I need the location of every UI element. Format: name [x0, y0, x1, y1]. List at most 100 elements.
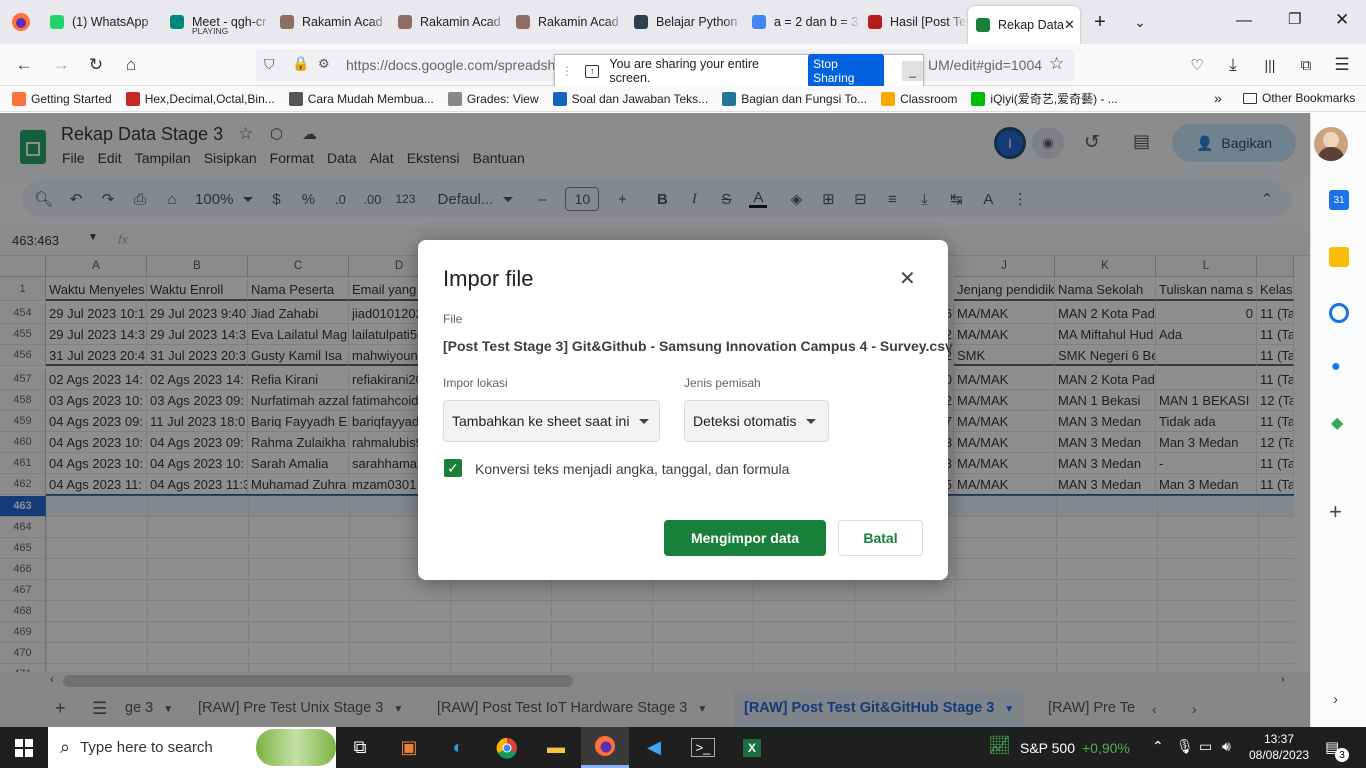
bookmark-label: Grades: View: [466, 91, 539, 106]
convert-text-checkbox[interactable]: ✓: [444, 459, 462, 477]
stock-name[interactable]: S&P 500: [1020, 740, 1075, 756]
network-icon[interactable]: ▭: [1199, 738, 1212, 755]
stock-chart-icon[interactable]: 📈︎: [988, 735, 1011, 756]
clock-time[interactable]: 13:37: [1262, 732, 1296, 746]
bookmark-item[interactable]: Soal dan Jawaban Teks...: [552, 91, 709, 106]
windows-start-icon[interactable]: [0, 727, 48, 768]
bookmark-item[interactable]: Classroom: [881, 91, 958, 106]
bookmarks-bar: Getting Started Hex,Decimal,Octal,Bin... C…: [0, 86, 1366, 112]
back-arrow-icon[interactable]: ←: [13, 54, 35, 76]
separator-type-select[interactable]: Deteksi otomatis: [684, 400, 829, 442]
google-icon: [752, 15, 766, 29]
file-name: [Post Test Stage 3] Git&Github - Samsung…: [443, 338, 953, 354]
chrome-icon[interactable]: [483, 727, 531, 768]
import-location-value: Tambahkan ke sheet saat ini: [452, 413, 630, 429]
xampp-icon[interactable]: ▣: [385, 727, 433, 768]
rakamin-icon: [280, 15, 294, 29]
show-hidden-icons-chevron[interactable]: ⌃: [1152, 738, 1164, 755]
screen-sharing-indicator: ⋮ ↑ You are sharing your entire screen. …: [554, 54, 924, 88]
library-icon[interactable]: |||: [1259, 54, 1281, 76]
add-addon-icon[interactable]: +: [1329, 499, 1342, 525]
firefox-menu-icon[interactable]: [0, 0, 42, 44]
globe-icon: [288, 91, 303, 106]
new-tab-button[interactable]: +: [1080, 0, 1120, 44]
search-icon: ⌕: [60, 737, 71, 757]
bookmark-item[interactable]: iQiyi(爱奇艺,爱奇藝) - ...: [971, 90, 1118, 107]
iqiyi-icon: [971, 91, 986, 106]
close-dialog-icon[interactable]: ✕: [899, 266, 916, 291]
import-location-select[interactable]: Tambahkan ke sheet saat ini: [443, 400, 660, 442]
minimize-sharing-button[interactable]: _: [902, 61, 924, 81]
tab-fade: [252, 0, 272, 44]
browser-tab[interactable]: a = 2 dan b = 3: [744, 0, 860, 44]
tab-fade: [948, 0, 968, 44]
task-view-icon[interactable]: ⧉: [336, 727, 384, 768]
browser-tab[interactable]: Belajar Python: [626, 0, 744, 44]
browser-tab[interactable]: Meet - qgh-cr PLAYING: [162, 0, 272, 44]
bookmark-item[interactable]: Hex,Decimal,Octal,Bin...: [125, 91, 275, 106]
grades-icon: [447, 91, 462, 106]
bookmark-item[interactable]: Bagian dan Fungsi To...: [722, 91, 867, 106]
other-bookmarks[interactable]: Other Bookmarks: [1243, 91, 1355, 105]
tracking-shield-icon[interactable]: ⛉: [264, 56, 275, 73]
bookmark-item[interactable]: Getting Started: [12, 91, 112, 106]
bookmark-label: Classroom: [900, 91, 958, 106]
home-icon[interactable]: ⌂: [120, 54, 142, 76]
app-menu-icon[interactable]: ☰: [1331, 54, 1353, 76]
browser-tab[interactable]: Rakamin Acad: [390, 0, 508, 44]
drag-handle-icon[interactable]: ⋮: [561, 64, 573, 78]
close-window-button[interactable]: ✕: [1335, 10, 1349, 30]
separator-type-label: Jenis pemisah: [684, 376, 761, 390]
notifications-badge: 3: [1335, 748, 1349, 762]
browser-tab[interactable]: (1) WhatsApp: [42, 0, 162, 44]
bookmark-item[interactable]: Cara Mudah Membua...: [288, 91, 434, 106]
file-explorer-icon[interactable]: ▬: [532, 727, 580, 768]
firefox-taskbar-icon[interactable]: [581, 727, 629, 768]
lock-icon[interactable]: 🔒: [292, 55, 309, 72]
more-bookmarks-chevron-icon[interactable]: »: [1214, 90, 1222, 106]
bookmark-star-icon[interactable]: ☆: [1049, 54, 1064, 74]
chevron-down-icon: [806, 418, 817, 424]
browser-tab[interactable]: Rekap Data ✕: [968, 6, 1080, 44]
extensions-icon[interactable]: ⧉: [1295, 54, 1317, 76]
cancel-button[interactable]: Batal: [838, 520, 923, 556]
account-avatar[interactable]: [1314, 127, 1348, 161]
downloads-icon[interactable]: ⤓: [1222, 54, 1244, 76]
excel-icon[interactable]: X: [728, 727, 776, 768]
keep-icon[interactable]: [1329, 247, 1349, 267]
maps-icon[interactable]: ◆: [1331, 413, 1343, 433]
terminal-icon[interactable]: >_: [679, 727, 727, 768]
stop-sharing-button[interactable]: Stop Sharing: [808, 54, 885, 88]
sheets-icon: [976, 18, 990, 32]
close-tab-icon[interactable]: ✕: [1064, 17, 1075, 33]
reload-icon[interactable]: ↻: [85, 54, 107, 76]
browser-tab[interactable]: Rakamin Acad: [272, 0, 390, 44]
contacts-icon[interactable]: ●: [1331, 358, 1341, 376]
volume-icon[interactable]: 🔊︎: [1222, 738, 1231, 755]
other-bookmarks-label: Other Bookmarks: [1262, 91, 1356, 105]
browser-tab[interactable]: Rakamin Acad: [508, 0, 626, 44]
clock-date[interactable]: 08/08/2023: [1249, 748, 1309, 762]
tab-fade: [606, 0, 626, 44]
meet-icon: [170, 15, 184, 29]
permissions-icon[interactable]: ⚙: [318, 56, 330, 72]
dialog-title: Impor file: [443, 266, 534, 291]
minimize-button[interactable]: —: [1236, 12, 1252, 30]
bookmark-item[interactable]: Grades: View: [447, 91, 539, 106]
restore-button[interactable]: ❐: [1288, 10, 1301, 28]
microphone-icon[interactable]: 🎙︎: [1176, 738, 1194, 755]
taskbar-search-box[interactable]: ⌕ Type here to search: [48, 727, 336, 768]
bookmark-label: Soal dan Jawaban Teks...: [571, 91, 709, 106]
expand-panel-icon[interactable]: ›: [1333, 691, 1338, 708]
side-panel: 31 ● ◆ + ›: [1310, 113, 1366, 727]
list-tabs-chevron-icon[interactable]: ⌄: [1120, 0, 1160, 44]
browser-tab[interactable]: Hasil [Post Tes: [860, 0, 968, 44]
windows-taskbar: ⌕ Type here to search ⧉ ▣ ◐ ▬ ◀ >_ X 📈︎ …: [0, 727, 1366, 768]
import-data-button[interactable]: Mengimpor data: [664, 520, 826, 556]
forward-arrow-icon[interactable]: →: [50, 54, 72, 76]
tasks-icon[interactable]: [1329, 303, 1349, 323]
vscode-icon[interactable]: ◀: [630, 727, 678, 768]
edge-icon[interactable]: ◐: [434, 727, 482, 768]
pocket-icon[interactable]: ♡: [1186, 54, 1208, 76]
calendar-icon[interactable]: 31: [1329, 190, 1349, 210]
